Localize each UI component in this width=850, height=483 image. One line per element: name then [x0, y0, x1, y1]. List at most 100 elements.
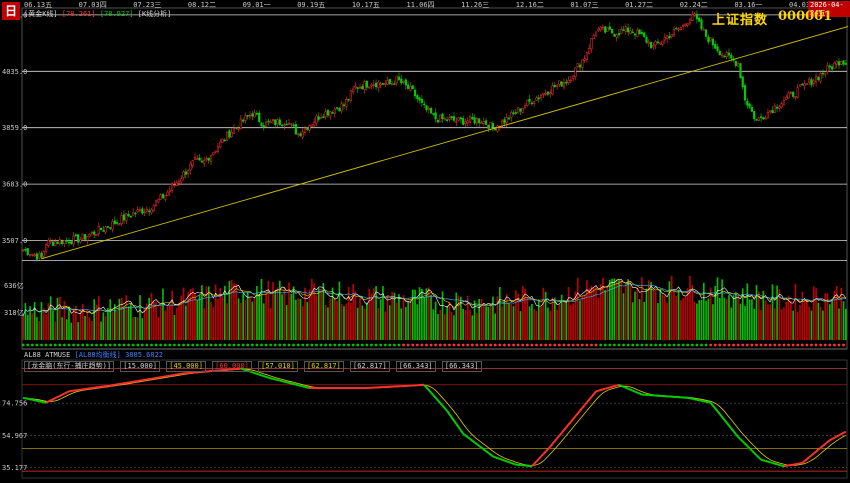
date-label: 10.17五 — [352, 1, 380, 9]
candle-body — [604, 26, 607, 33]
signal-dot — [205, 343, 208, 347]
volume-bar — [331, 287, 334, 340]
osc-k-segment — [540, 453, 545, 458]
candle-body — [40, 252, 43, 258]
candle-body — [402, 81, 405, 83]
signal-dot — [411, 343, 415, 347]
signal-dot — [58, 343, 62, 347]
osc-k-segment — [434, 397, 439, 402]
candle-body — [725, 52, 728, 58]
indicator1-name[interactable]: AL88 ATMUSE — [24, 351, 70, 359]
osc-k-segment — [833, 435, 838, 439]
osc-k-segment — [448, 413, 453, 418]
signal-dot — [800, 343, 804, 347]
volume-bar — [175, 307, 178, 340]
signal-dot — [755, 343, 758, 347]
candle-body — [695, 13, 698, 20]
candle-body — [416, 95, 419, 99]
volume-bar — [751, 299, 753, 340]
osc-k-segment — [252, 371, 255, 374]
volume-bar — [228, 280, 231, 340]
volume-bar — [696, 303, 698, 340]
candle-body — [475, 118, 478, 124]
signal-dot — [49, 343, 53, 347]
candle-body — [459, 117, 462, 120]
indicator2-legend: [龙金脑(东行-捕庄趋势)] [15.000] [45.000] [60.000… — [24, 361, 484, 372]
signal-dot — [594, 343, 598, 347]
candle-body — [737, 63, 740, 67]
osc-k-segment — [272, 377, 276, 381]
osc-k-segment — [607, 386, 611, 390]
date-label: 12.16二 — [516, 1, 544, 9]
osc-k-segment — [801, 460, 806, 464]
candle-body — [290, 123, 293, 125]
volume-bar — [256, 285, 258, 340]
signal-dot — [191, 343, 195, 347]
osc-k-segment — [583, 401, 588, 406]
logo-icon[interactable]: 日 — [2, 2, 20, 20]
candle-body — [264, 121, 268, 127]
signal-dot — [791, 343, 795, 347]
candle-body — [457, 117, 460, 121]
osc-k-segment — [45, 400, 49, 404]
signal-dot — [40, 343, 43, 347]
legend-name[interactable]: [黄金K线] — [24, 10, 58, 18]
price-axis: 4211.04035.03859.03683.03507.0 — [2, 11, 27, 245]
volume-bar — [324, 304, 327, 340]
volume-bar — [237, 298, 240, 340]
volume-bar — [487, 306, 490, 340]
osc-k-segment — [428, 389, 432, 394]
osc-k-segment — [581, 404, 586, 409]
volume-bar — [375, 286, 377, 340]
indicator2-name[interactable]: [龙金脑(东行-捕庄趋势)] — [24, 361, 115, 372]
osc-k-segment — [254, 372, 258, 375]
osc-k-segment — [270, 377, 274, 380]
volume-bar — [494, 313, 497, 340]
volume-bar — [244, 299, 247, 340]
volume-bar — [54, 321, 57, 340]
osc-k-segment — [504, 459, 508, 463]
volume-bar — [189, 288, 192, 340]
candle-body — [624, 26, 627, 32]
volume-bar — [315, 295, 318, 340]
volume-bar — [744, 305, 746, 340]
candle-body — [203, 160, 206, 164]
osc-k-segment — [558, 432, 563, 437]
volume-bar — [599, 284, 602, 340]
candle-body — [150, 209, 153, 214]
signal-dot — [397, 343, 401, 347]
volume-bar — [68, 306, 70, 340]
osc-k-segment — [47, 399, 52, 403]
signal-dot — [163, 343, 167, 347]
osc-k-segment — [776, 463, 780, 466]
candle-body — [707, 36, 710, 43]
candle-body — [368, 86, 371, 89]
osc-k-segment — [586, 398, 590, 404]
volume-bar — [75, 306, 77, 340]
signal-dot — [392, 343, 396, 347]
candle-body — [805, 83, 808, 85]
candle-body — [285, 123, 288, 126]
volume-bar — [606, 285, 609, 340]
candle-body — [306, 127, 309, 130]
volume-bar — [576, 277, 579, 340]
volume-bar — [398, 294, 400, 340]
candle-body — [33, 254, 36, 256]
volume-bar — [838, 308, 840, 340]
volume-bar — [350, 302, 352, 340]
legend-value-2: [78.927] — [99, 10, 134, 18]
candle-body — [652, 45, 655, 48]
candle-body — [746, 100, 749, 106]
osc-k-segment — [769, 461, 773, 464]
signal-dot — [828, 343, 832, 347]
signal-dot — [512, 343, 515, 347]
legend-analysis[interactable]: [K线分析] — [138, 10, 172, 18]
osc-k-segment — [437, 399, 441, 404]
volume-bar — [155, 301, 157, 340]
volume-bar — [430, 294, 432, 340]
osc-k-segment — [725, 422, 730, 427]
osc-k-segment — [806, 456, 810, 460]
signal-dot — [168, 343, 172, 347]
candle-body — [814, 76, 818, 83]
signal-dot — [301, 343, 305, 347]
